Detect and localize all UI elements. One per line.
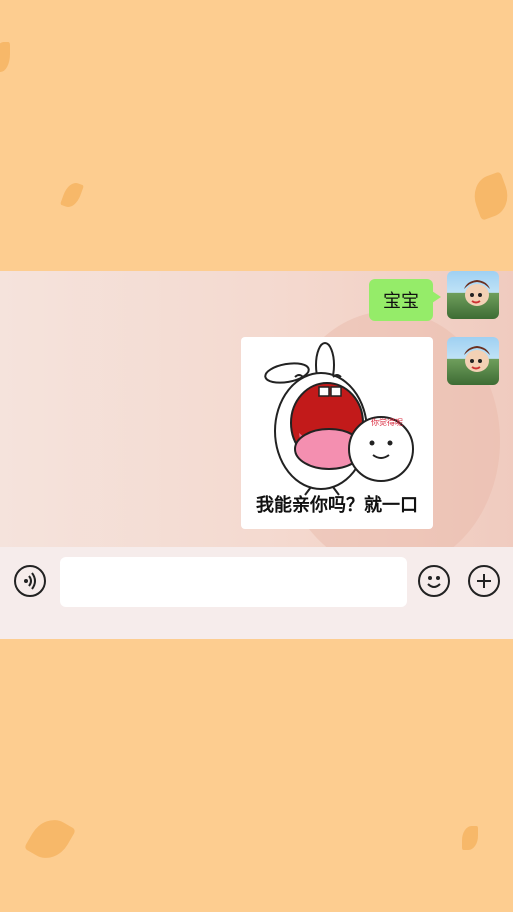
sticker-message[interactable]: 你觉得呢 我能亲你吗？就一口 [241,337,433,529]
voice-icon[interactable] [14,565,46,597]
petal-decoration [23,811,77,867]
sticker-small-text: 你觉得呢 [371,418,403,427]
petal-decoration [462,826,478,850]
avatar-image [464,346,490,372]
avatar[interactable] [447,337,499,385]
message-row: 宝宝 [369,271,499,321]
petal-decoration [468,171,513,221]
sticker-caption: 我能亲你吗？就一口 [256,495,418,516]
emoji-icon[interactable] [418,565,450,597]
petal-decoration [60,180,84,210]
petal-decoration [0,42,10,72]
text-bubble[interactable]: 宝宝 [369,279,441,321]
avatar-image [464,280,490,306]
sticker-illustration [264,342,414,496]
input-bar [0,547,513,639]
message-row: 你觉得呢 我能亲你吗？就一口 [241,337,499,529]
message-input[interactable] [60,557,407,607]
avatar[interactable] [447,271,499,319]
plus-icon[interactable] [468,565,500,597]
chat-area: 宝宝 你觉得呢 我能亲你吗？就一口 [0,271,513,547]
